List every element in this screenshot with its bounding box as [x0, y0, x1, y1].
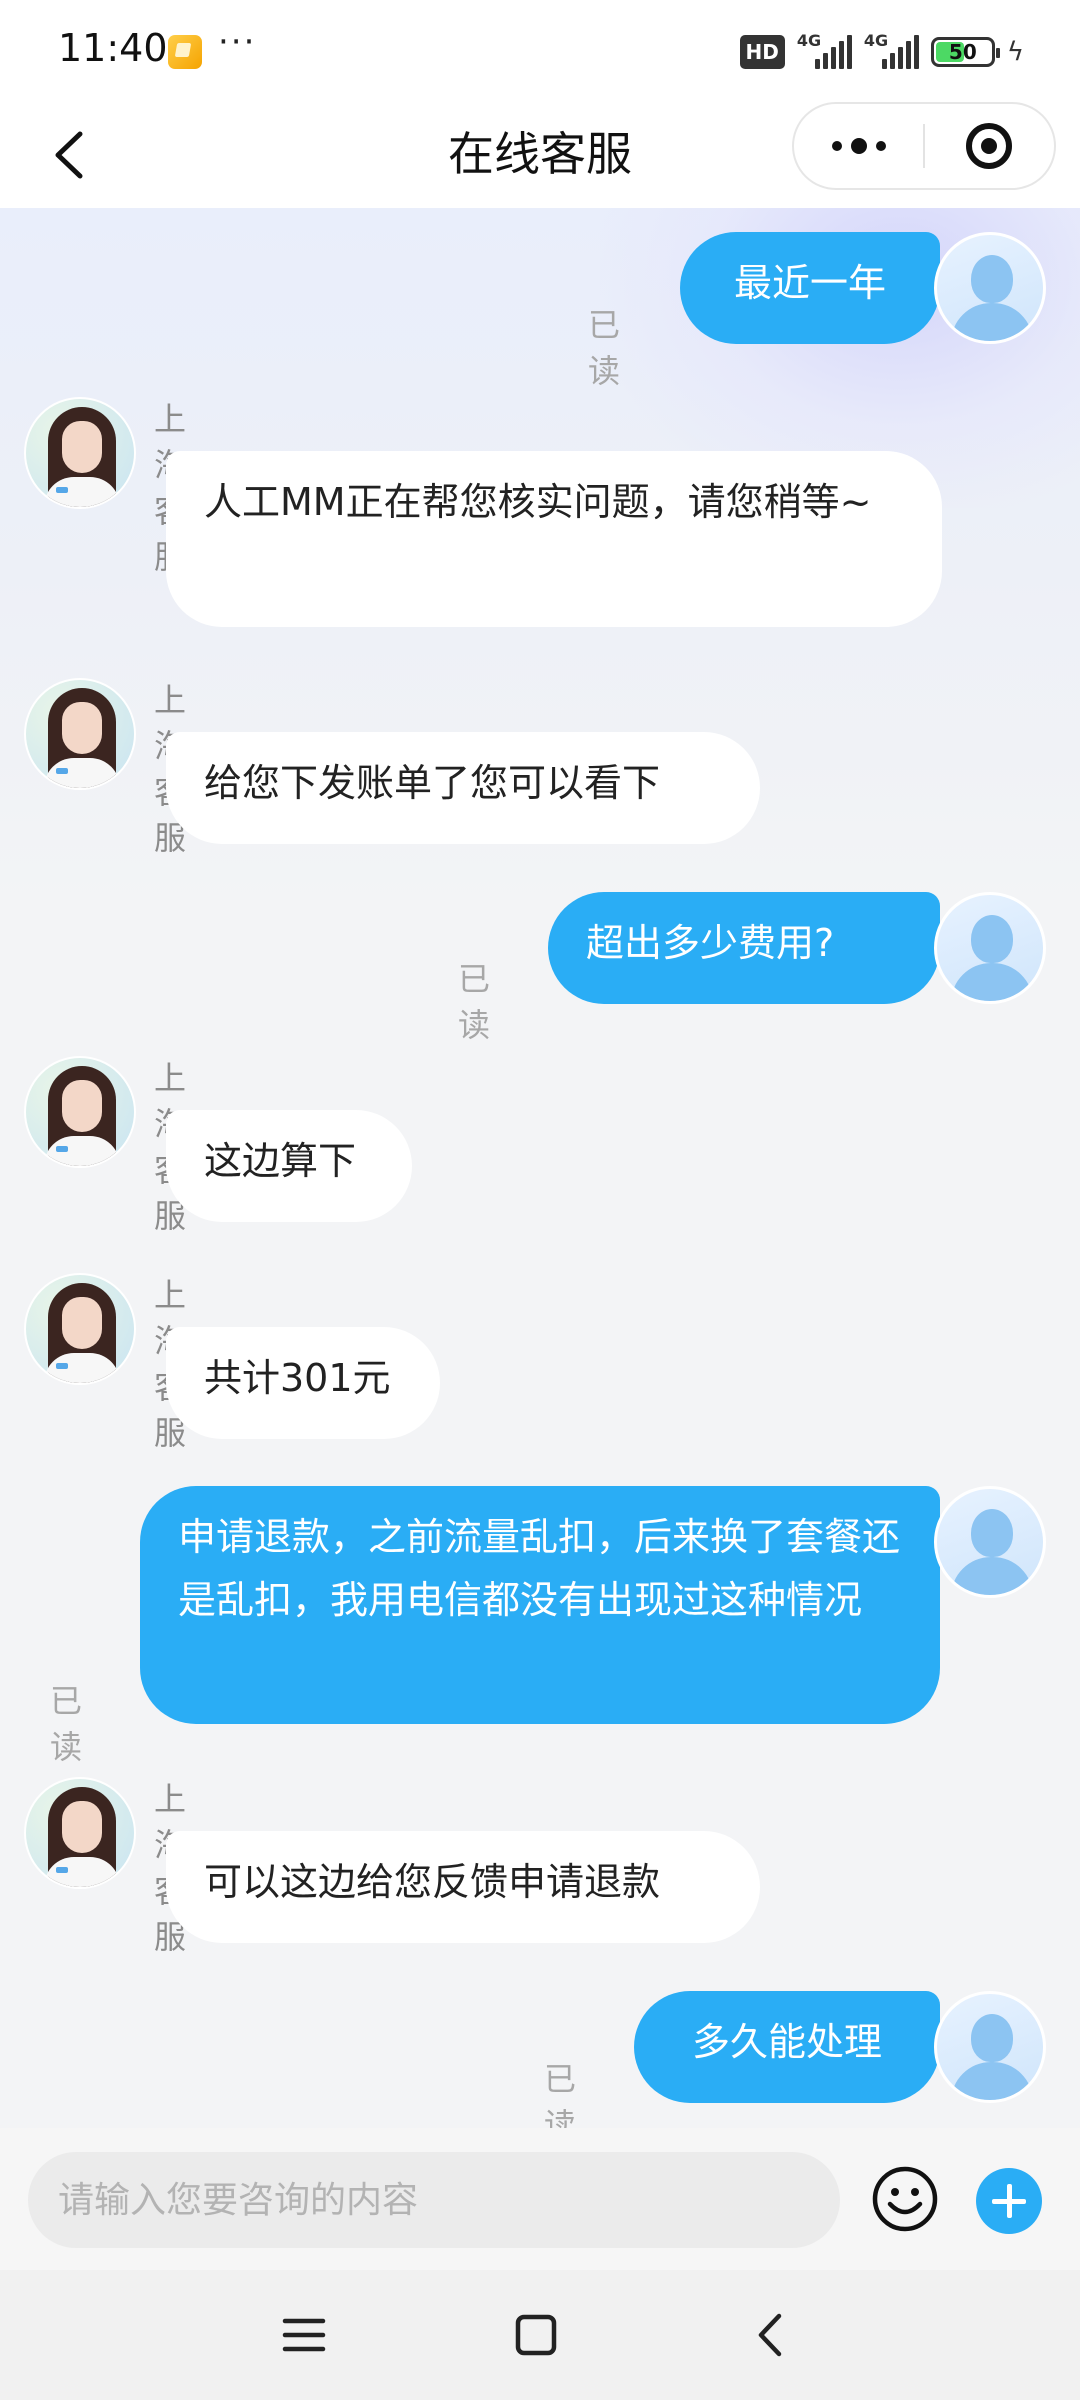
agent-avatar[interactable] — [24, 678, 136, 790]
network-type-label-2: 4G — [863, 31, 889, 50]
charging-icon: ϟ — [1006, 37, 1024, 67]
message-bubble[interactable]: 超出多少费用? — [548, 892, 940, 1004]
message-bubble[interactable]: 人工MM正在帮您核实问题，请您稍等~ — [166, 451, 942, 627]
notification-app-icon — [168, 35, 202, 69]
plus-button[interactable] — [976, 2168, 1042, 2234]
battery-icon: 50 — [930, 37, 1000, 67]
agent-avatar[interactable] — [24, 1056, 136, 1168]
menu-lines-icon[interactable] — [274, 2305, 334, 2365]
signal-icon-2: 4G — [864, 31, 919, 69]
user-avatar[interactable] — [934, 1991, 1046, 2103]
agent-avatar[interactable] — [24, 1273, 136, 1385]
system-navigation-bar — [0, 2270, 1080, 2400]
agent-avatar[interactable] — [24, 397, 136, 509]
read-receipt: 已读 — [544, 2060, 577, 2128]
message-bubble[interactable]: 可以这边给您反馈申请退款 — [166, 1831, 760, 1943]
message-bubble[interactable]: 多久能处理 — [634, 1991, 940, 2103]
agent-avatar[interactable] — [24, 1777, 136, 1889]
target-circle-icon — [966, 123, 1013, 169]
hd-voice-icon: HD — [739, 35, 785, 69]
message-bubble[interactable]: 给您下发账单了您可以看下 — [166, 732, 760, 844]
smiley-icon — [872, 2166, 938, 2232]
close-mini-program-button[interactable] — [925, 102, 1054, 190]
status-indicators: HD 4G 4G 50 ϟ — [739, 30, 1024, 74]
user-avatar[interactable] — [934, 892, 1046, 1004]
battery-level: 50 — [948, 40, 977, 64]
input-bar — [0, 2128, 1080, 2270]
more-dots-icon[interactable] — [794, 102, 923, 190]
message-bubble[interactable]: 申请退款，之前流量乱扣，后来换了套餐还是乱扣，我用电信都没有出现过这种情况 — [140, 1486, 940, 1724]
network-type-label: 4G — [796, 31, 822, 50]
nav-bar: 在线客服 — [0, 100, 1080, 208]
message-input[interactable] — [28, 2152, 840, 2248]
read-receipt: 已读 — [50, 1682, 83, 1766]
signal-icon: 4G — [797, 31, 852, 69]
emoji-button[interactable] — [870, 2164, 940, 2234]
mini-program-capsule — [792, 102, 1056, 190]
chat-area[interactable]: 已读 最近一年 上海客服 人工MM正在帮您核实问题，请您稍等~ 上海客服 给您下… — [0, 208, 1080, 2128]
message-bubble[interactable]: 共计301元 — [166, 1327, 440, 1439]
triangle-back-icon[interactable] — [740, 2305, 800, 2365]
user-avatar[interactable] — [934, 232, 1046, 344]
status-time: 11:40 — [58, 26, 168, 70]
status-bar: 11:40 ··· HD 4G 4G 50 ϟ — [0, 0, 1080, 100]
message-bubble[interactable]: 这边算下 — [166, 1110, 412, 1222]
square-home-icon[interactable] — [506, 2305, 566, 2365]
read-receipt: 已读 — [588, 306, 621, 390]
user-avatar[interactable] — [934, 1486, 1046, 1598]
read-receipt: 已读 — [458, 960, 491, 1044]
message-bubble[interactable]: 最近一年 — [680, 232, 940, 344]
more-notifications-icon: ··· — [218, 22, 257, 62]
